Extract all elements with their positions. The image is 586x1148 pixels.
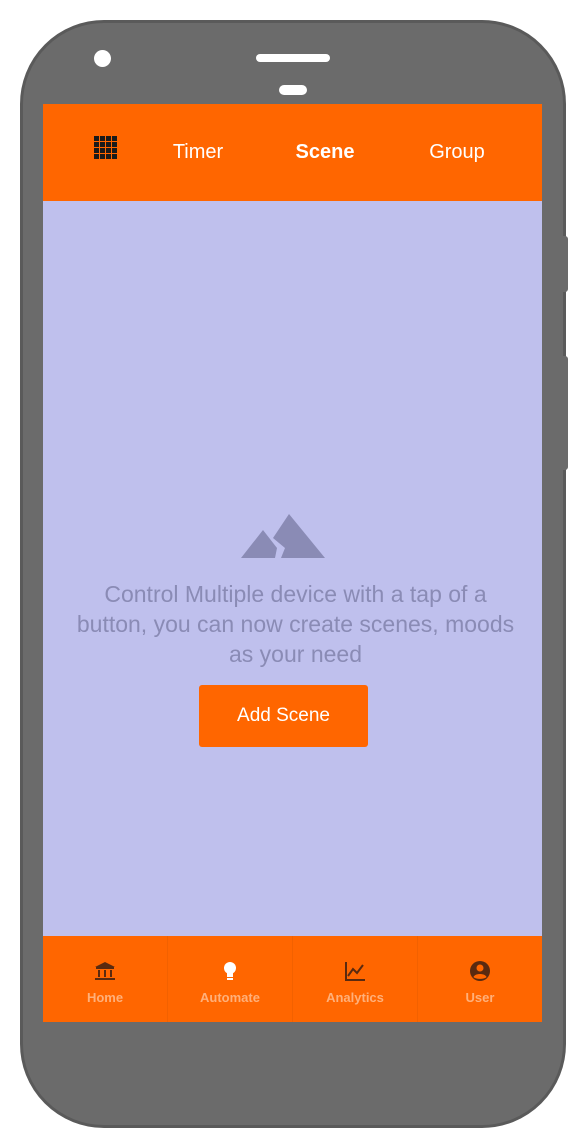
proximity-sensor (279, 85, 307, 95)
earpiece-speaker (256, 54, 330, 62)
bottom-navigation: Home Automate Analytics User (43, 936, 542, 1022)
power-button (563, 356, 568, 470)
add-scene-button[interactable]: Add Scene (199, 685, 368, 747)
volume-button (563, 236, 568, 292)
tab-timer[interactable]: Timer (158, 140, 238, 164)
lightbulb-icon (224, 962, 236, 980)
tab-scene[interactable]: Scene (285, 140, 365, 164)
empty-state-message: Control Multiple device with a tap of a … (76, 581, 515, 667)
front-camera (94, 50, 111, 67)
grid-icon[interactable] (94, 136, 118, 160)
mountain-icon (241, 514, 325, 558)
nav-label-analytics: Analytics (326, 990, 384, 1005)
top-tab-bar: Timer Scene Group (43, 104, 542, 201)
nav-item-automate[interactable]: Automate (167, 936, 292, 1022)
app-screen: Timer Scene Group Control Multiple devic… (43, 104, 542, 1022)
nav-item-home[interactable]: Home (43, 936, 167, 1022)
line-chart-icon (345, 962, 365, 981)
nav-label-automate: Automate (200, 990, 260, 1005)
nav-label-user: User (465, 990, 495, 1005)
tab-group[interactable]: Group (417, 140, 497, 164)
nav-label-home: Home (86, 990, 124, 1005)
account-circle-icon (470, 961, 490, 981)
nav-item-analytics[interactable]: Analytics (292, 936, 417, 1022)
bank-icon (95, 962, 115, 980)
nav-item-user[interactable]: User (417, 936, 542, 1022)
